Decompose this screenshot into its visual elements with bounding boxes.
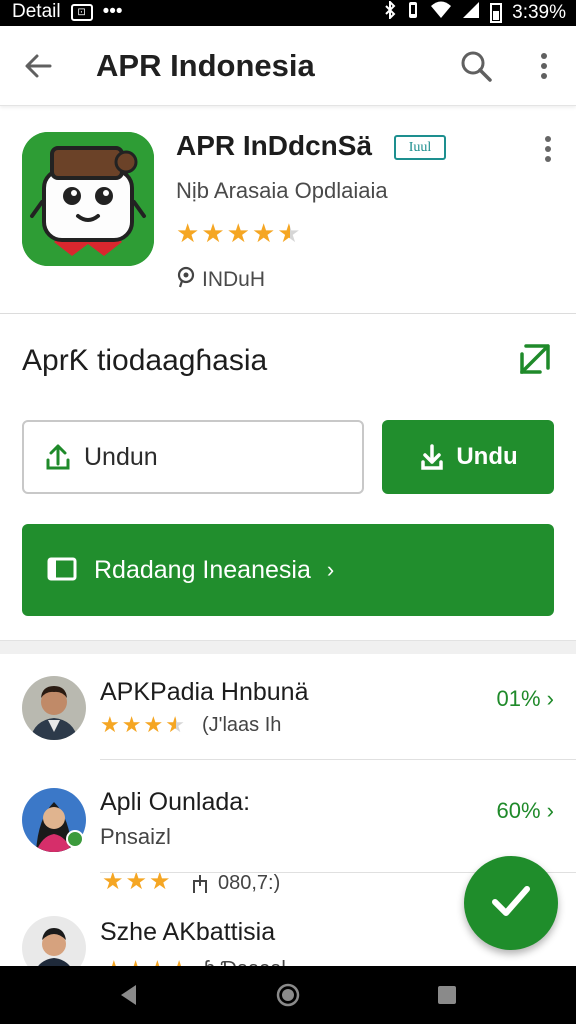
list-item-subtitle: Pnsaizl: [100, 824, 171, 849]
star-icon: ★: [147, 958, 167, 967]
download-section: AprƘ tiodaagɦasia Undun Undu Rdadang Ine…: [0, 316, 576, 640]
list-item-percent: 60% ›: [496, 798, 554, 823]
more-vert-icon[interactable]: [532, 48, 556, 84]
search-icon[interactable]: [458, 48, 494, 84]
app-tag-label: INDuH: [202, 268, 266, 291]
app-header-card: APR InDdcnSä Iuul Nịb Arasaia Opdlaiaia …: [0, 108, 576, 314]
star-icon: ★: [251, 218, 276, 248]
list-item-title: Apli Ounlada:: [100, 788, 251, 816]
battery-icon: [490, 2, 503, 23]
list-item-rating-stars: ★ ★ ★ ★: [100, 714, 185, 736]
nav-back-icon[interactable]: [116, 982, 142, 1008]
checkmark-icon: [489, 881, 533, 926]
nav-home-icon[interactable]: [275, 982, 301, 1008]
star-icon: ★: [143, 712, 164, 737]
screenshot-icon: ⊡: [70, 3, 93, 21]
star-icon: ★: [104, 958, 124, 967]
section-divider: [0, 640, 576, 654]
list-item-title: APKPadia Hnbunä: [100, 678, 309, 706]
avatar: [22, 676, 86, 740]
star-icon: ★: [169, 958, 189, 967]
star-icon: ★: [121, 712, 142, 737]
app-tag: INDuH: [176, 266, 265, 294]
star-icon: ★: [102, 868, 124, 895]
read-more-button[interactable]: Rdadang Ineanesia ›: [22, 524, 554, 616]
star-icon: ★: [125, 868, 148, 895]
star-icon: ★: [100, 712, 120, 737]
star-icon: ★: [176, 218, 200, 248]
nav-recents-icon[interactable]: [434, 982, 460, 1008]
download-filled-label: Undu: [456, 443, 518, 470]
list-item-percent: 01% ›: [496, 686, 554, 711]
row-divider: [100, 759, 576, 760]
status-bar: Detail ⊡ ••• 3:39%: [0, 0, 576, 26]
app-toolbar: APR Indonesia: [0, 26, 576, 106]
verified-badge-icon: [66, 830, 84, 848]
avatar: [22, 916, 86, 966]
star-icon: ★: [126, 958, 146, 967]
page-title: APR Indonesia: [96, 48, 315, 83]
download-filled-button[interactable]: Undu: [382, 420, 554, 494]
vibrate-icon: [406, 1, 420, 24]
app-rating-stars: ★ ★ ★ ★ ★: [176, 220, 301, 246]
back-arrow-icon[interactable]: [20, 48, 56, 84]
download-outline-button[interactable]: Undun: [22, 420, 364, 494]
app-icon[interactable]: [22, 132, 154, 266]
message-icon: [46, 556, 78, 584]
app-name: APR InDdcnSä: [176, 130, 373, 161]
star-icon: ★: [149, 868, 171, 895]
status-bar-right: 3:39%: [384, 0, 566, 24]
list-item-meta: (J'laas Ih: [202, 714, 282, 736]
location-pin-icon: [176, 266, 196, 294]
signal-icon: [462, 1, 480, 24]
star-icon: ★: [226, 218, 250, 248]
system-nav-bar: [0, 966, 576, 1024]
list-item-rating-stars: ★ ★ ★ ★: [104, 958, 189, 967]
app-badge: Iuul: [394, 135, 446, 160]
list-item-title: Szhe AKbattisia: [100, 918, 276, 946]
list-item[interactable]: Apli Ounlada: Pnsaizl ★ ★ ★ 080,7:) 60% …: [0, 762, 576, 894]
wifi-icon: [430, 1, 452, 24]
half-star-icon: ★: [277, 218, 301, 248]
list-item-meta: 080,7:): [218, 872, 281, 894]
list-item[interactable]: APKPadia Hnbunä ★ ★ ★ ★ (J'laas Ih 01% ›: [0, 660, 576, 760]
app-developer: Nịb Arasaia Opdlaiaia: [176, 178, 388, 203]
more-notifications-icon: •••: [102, 1, 123, 22]
upload-icon: [44, 442, 72, 472]
chevron-right-icon: ›: [326, 557, 335, 582]
section-title: AprƘ tiodaagɦasia: [22, 344, 268, 377]
status-label: Detail: [12, 1, 61, 22]
download-outline-label: Undun: [84, 442, 158, 471]
list-item-meta: ɓ Ɗaaeal: [204, 958, 286, 966]
open-external-icon[interactable]: [516, 340, 554, 378]
app-overflow-icon[interactable]: [538, 134, 558, 164]
bluetooth-icon: [384, 0, 396, 24]
download-count-icon: [190, 872, 210, 899]
download-icon: [418, 442, 446, 472]
status-bar-left: Detail ⊡ •••: [12, 1, 123, 23]
read-more-label: Rdadang Ineanesia: [94, 555, 311, 584]
star-icon: ★: [201, 218, 225, 248]
status-time: 3:39%: [512, 1, 566, 23]
confirm-fab-button[interactable]: [464, 856, 558, 950]
list-item-rating-stars: ★ ★ ★: [102, 870, 171, 894]
half-star-icon: ★: [165, 712, 185, 737]
